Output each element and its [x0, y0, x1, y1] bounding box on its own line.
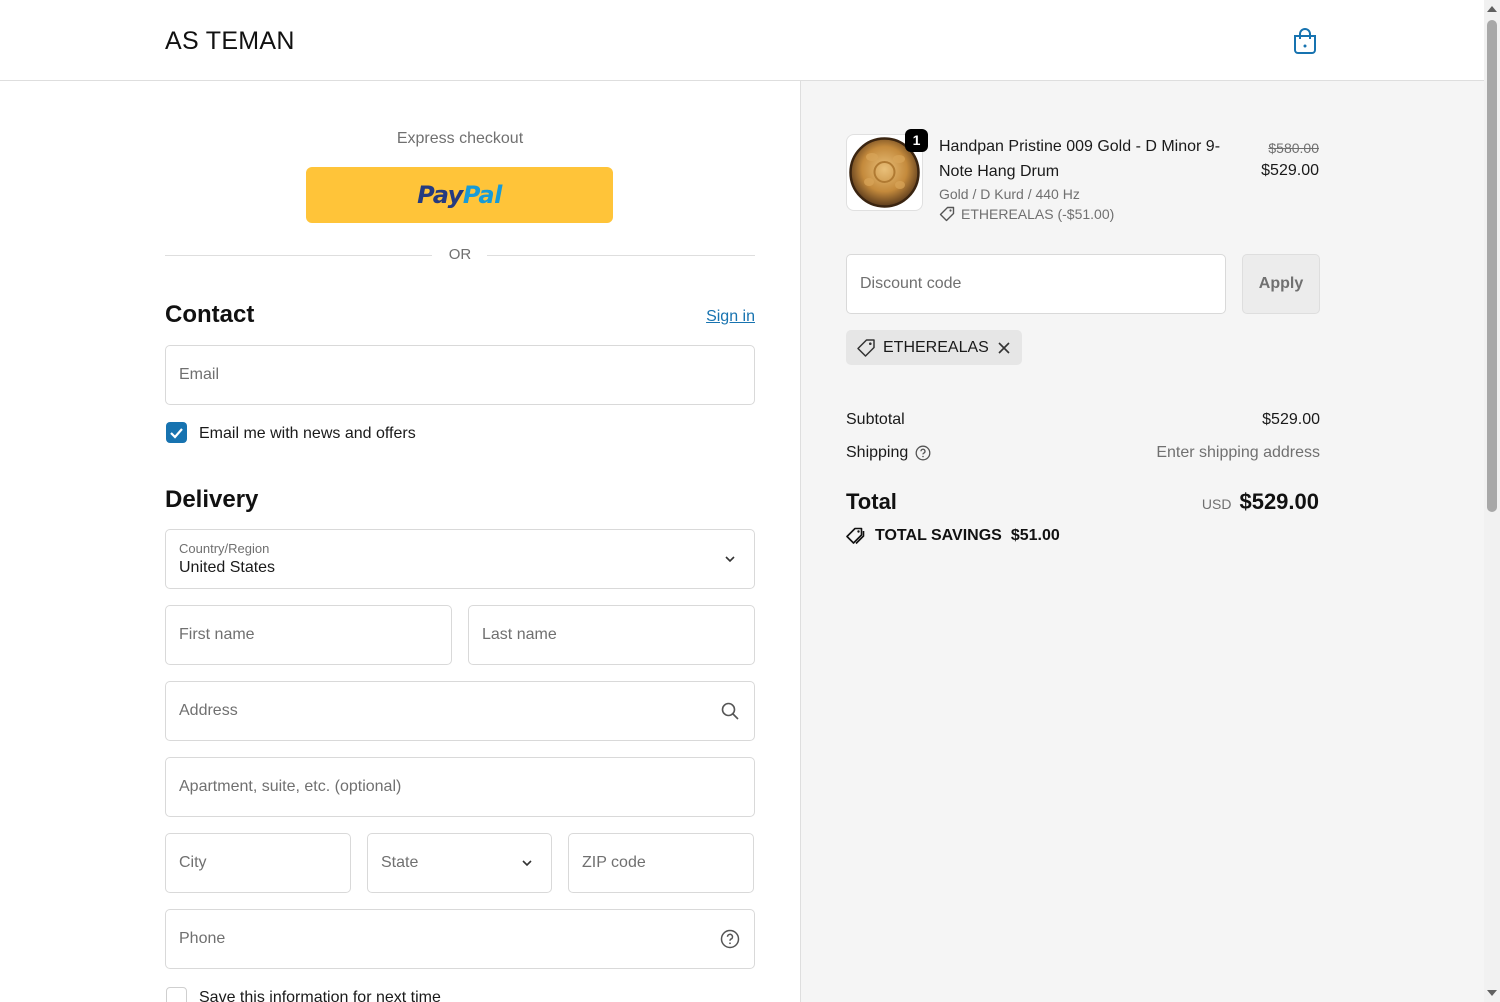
discount-code-placeholder: Discount code [860, 275, 962, 292]
subtotal-row: Subtotal $529.00 [846, 411, 1320, 429]
savings-value: $51.00 [1010, 527, 1060, 544]
first-name-field[interactable]: First name [165, 605, 452, 665]
checkmark-icon [170, 428, 183, 439]
email-field[interactable]: Email [165, 345, 755, 405]
newsletter-label: Email me with news and offers [199, 425, 416, 442]
product-discount-text: ETHEREALAS (-$51.00) [961, 206, 1115, 222]
chevron-down-icon [522, 860, 532, 867]
help-circle-icon[interactable] [720, 929, 740, 949]
last-name-placeholder: Last name [482, 626, 557, 643]
remove-discount-icon[interactable] [996, 340, 1012, 356]
total-value-group: USD $529.00 [1202, 489, 1319, 515]
help-circle-icon[interactable] [915, 445, 931, 461]
first-name-placeholder: First name [179, 626, 255, 643]
subtotal-label: Subtotal [846, 411, 905, 428]
save-info-label: Save this information for next time [199, 989, 441, 1002]
express-checkout-label: Express checkout [396, 130, 524, 147]
country-value: United States [179, 559, 276, 576]
applied-discount-chip: ETHEREALAS [846, 330, 1022, 365]
zip-placeholder: ZIP code [582, 854, 646, 871]
paypal-button[interactable]: PayPal [306, 167, 613, 223]
tag-icon [857, 338, 875, 357]
applied-discount-code: ETHEREALAS [883, 338, 989, 356]
product-name: Handpan Pristine 009 Gold - D Minor 9-No… [939, 138, 1221, 180]
last-name-field[interactable]: Last name [468, 605, 755, 665]
address-placeholder: Address [179, 702, 238, 719]
paypal-logo: PayPal [417, 181, 502, 209]
original-price: $580.00 [1268, 140, 1319, 156]
shipping-row: Shipping Enter shipping address [846, 444, 1320, 462]
divider [487, 255, 755, 256]
save-info-checkbox[interactable] [166, 987, 187, 1002]
or-separator: OR [448, 246, 472, 263]
product-discount: ETHEREALAS (-$51.00) [939, 206, 1114, 222]
state-select[interactable]: State [367, 833, 552, 893]
contact-heading: Contact [165, 301, 255, 328]
total-label: Total [846, 489, 897, 514]
scrollbar-thumb[interactable] [1487, 20, 1497, 512]
header: AS TEMAN [0, 0, 1484, 81]
shopping-bag-icon[interactable] [1292, 27, 1318, 55]
tag-icon [939, 206, 955, 222]
email-placeholder: Email [179, 366, 220, 383]
total-currency: USD [1201, 496, 1232, 512]
sign-in-link[interactable]: Sign in [706, 308, 755, 326]
search-icon [721, 702, 739, 720]
shipping-value: Enter shipping address [1156, 444, 1320, 461]
country-select[interactable]: Country/Region United States [165, 529, 755, 589]
scroll-up-icon[interactable] [1486, 4, 1498, 14]
city-field[interactable]: City [165, 833, 351, 893]
newsletter-checkbox[interactable] [166, 422, 187, 443]
discount-code-field[interactable]: Discount code [846, 254, 1226, 314]
apply-discount-button[interactable]: Apply [1242, 254, 1320, 314]
phone-field[interactable]: Phone [165, 909, 755, 969]
phone-placeholder: Phone [179, 930, 226, 947]
state-placeholder: State [381, 854, 419, 871]
apartment-placeholder: Apartment, suite, etc. (optional) [179, 778, 402, 795]
subtotal-value: $529.00 [1262, 411, 1320, 428]
divider [165, 255, 432, 256]
address-field[interactable]: Address [165, 681, 755, 741]
zip-field[interactable]: ZIP code [568, 833, 754, 893]
scroll-down-icon[interactable] [1486, 988, 1498, 998]
quantity-badge: 1 [905, 129, 928, 152]
total-savings: TOTAL SAVINGS $51.00 [846, 526, 1060, 546]
store-logo[interactable]: AS TEMAN [165, 27, 295, 56]
order-summary: 1 Handpan Pristine 009 Gold - D Minor 9-… [800, 81, 1484, 1002]
product-variant: Gold / D Kurd / 440 Hz [939, 186, 1080, 202]
total-value: $529.00 [1239, 489, 1319, 514]
delivery-heading: Delivery [165, 486, 259, 513]
chevron-down-icon [725, 556, 735, 563]
savings-label: TOTAL SAVINGS [875, 527, 1002, 544]
city-placeholder: City [179, 854, 207, 871]
country-label: Country/Region [179, 541, 270, 556]
checkout-form: Express checkout PayPal OR Contact Sign … [0, 81, 800, 1002]
shipping-label: Shipping [846, 444, 909, 461]
tags-icon [846, 527, 865, 545]
apartment-field[interactable]: Apartment, suite, etc. (optional) [165, 757, 755, 817]
final-price: $529.00 [1261, 162, 1319, 179]
